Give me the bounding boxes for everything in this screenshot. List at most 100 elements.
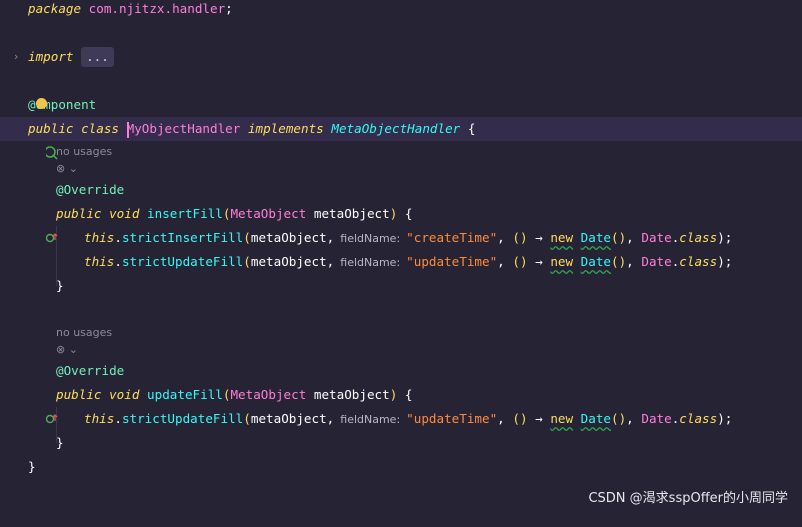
lambda-arrow: → xyxy=(535,230,543,245)
keyword-public: public xyxy=(56,206,102,221)
type-date: Date xyxy=(641,254,672,269)
comma: , xyxy=(626,411,634,426)
string-literal: "updateTime" xyxy=(406,254,498,269)
method-name-insertfill: insertFill xyxy=(147,206,223,221)
code-line-annotation-component[interactable]: @omponent xyxy=(0,93,802,117)
constructor-parens: () xyxy=(611,254,627,269)
param-name-hint: fieldName: xyxy=(340,256,401,269)
date-constructor: Date xyxy=(580,254,611,269)
code-line-insertfill-signature[interactable]: public void insertFill ( MetaObject metaOb… xyxy=(0,202,802,243)
statement-end: ); xyxy=(717,254,733,269)
code-line-class-declaration[interactable]: public class MyObjectHandler implements … xyxy=(0,117,802,160)
inlay-author[interactable]: ⊗ ⌄ xyxy=(0,340,802,360)
open-brace: { xyxy=(404,387,413,402)
constructor-parens: () xyxy=(611,230,627,245)
argument: metaObject, xyxy=(250,230,335,245)
argument: metaObject, xyxy=(250,411,335,426)
code-line-strict-insert-fill[interactable]: this.strictInsertFill(metaObject, fieldNa… xyxy=(0,226,802,250)
keyword-new: new xyxy=(550,411,574,426)
comma: , xyxy=(626,230,634,245)
paren-open: ( xyxy=(243,230,251,245)
dot: . xyxy=(114,254,122,269)
keyword-this: this xyxy=(84,411,115,426)
paren-open: ( xyxy=(243,254,251,269)
close-brace: } xyxy=(56,278,64,293)
open-brace: { xyxy=(467,121,476,136)
statement-end: ); xyxy=(717,230,733,245)
keyword-void: void xyxy=(109,206,140,221)
author-hint-icon[interactable]: ⊗ ⌄ xyxy=(56,159,78,179)
keyword-new: new xyxy=(550,230,574,245)
close-brace: } xyxy=(56,435,64,450)
override-gutter-icon[interactable] xyxy=(0,202,57,243)
keyword-public: public xyxy=(56,387,102,402)
override-gutter-icon[interactable] xyxy=(0,383,57,424)
argument: metaObject, xyxy=(250,254,335,269)
inlay-author[interactable]: ⊗ ⌄ xyxy=(0,159,802,179)
comma: , xyxy=(497,230,505,245)
close-brace: } xyxy=(28,459,36,474)
author-hint-icon[interactable]: ⊗ ⌄ xyxy=(56,340,78,360)
keyword-class: class xyxy=(679,411,718,426)
code-editor[interactable]: package com.njitzx.handler; › import ...… xyxy=(0,0,802,514)
lambda-params: () xyxy=(512,230,528,245)
method-call: strictUpdateFill xyxy=(121,411,244,426)
paren-close: ) xyxy=(389,387,398,402)
code-line-strict-update-fill[interactable]: this.strictUpdateFill(metaObject, fieldNa… xyxy=(0,250,802,274)
semicolon: ; xyxy=(225,1,233,16)
param-name: metaObject xyxy=(313,206,390,221)
lightbulb-icon[interactable] xyxy=(36,98,47,109)
paren-close: ) xyxy=(389,206,398,221)
code-line-updatefill-signature[interactable]: public void updateFill ( MetaObject metaOb… xyxy=(0,383,802,424)
date-constructor: Date xyxy=(580,230,611,245)
param-name: metaObject xyxy=(313,387,390,402)
paren-open: ( xyxy=(243,411,251,426)
param-type: MetaObject xyxy=(230,206,307,221)
dot: . xyxy=(114,411,122,426)
param-type: MetaObject xyxy=(230,387,307,402)
type-date: Date xyxy=(641,230,672,245)
code-line-override[interactable]: @Override xyxy=(0,359,802,383)
bean-gutter-icon[interactable] xyxy=(0,117,58,160)
fold-chevron-icon[interactable]: › xyxy=(14,45,18,69)
lambda-params: () xyxy=(512,254,528,269)
keyword-package: package xyxy=(28,1,82,16)
keyword-class: class xyxy=(679,230,718,245)
comma: , xyxy=(497,254,505,269)
method-call: strictInsertFill xyxy=(121,230,244,245)
dot: . xyxy=(114,230,122,245)
keyword-this: this xyxy=(84,254,115,269)
keyword-this: this xyxy=(84,230,115,245)
keyword-new: new xyxy=(550,254,574,269)
keyword-public: public xyxy=(28,121,74,136)
folded-imports[interactable]: ... xyxy=(81,47,114,67)
package-name: com.njitzx.handler xyxy=(88,1,226,16)
string-literal: "updateTime" xyxy=(406,411,498,426)
code-line-strict-update-fill[interactable]: this.strictUpdateFill(metaObject, fieldNa… xyxy=(0,407,802,431)
code-line-import[interactable]: › import ... xyxy=(0,45,802,69)
constructor-parens: () xyxy=(611,411,627,426)
interface-name: MetaObjectHandler xyxy=(331,121,461,136)
class-name: MyObjectHandler xyxy=(126,121,241,136)
annotation-override: @Override xyxy=(56,182,125,197)
code-line-override[interactable]: @Override xyxy=(0,178,802,202)
code-line-package[interactable]: package com.njitzx.handler; xyxy=(0,0,802,21)
keyword-import: import xyxy=(28,49,74,64)
date-constructor: Date xyxy=(580,411,611,426)
annotation-at: @ xyxy=(28,97,36,112)
param-name-hint: fieldName: xyxy=(340,232,401,245)
statement-end: ); xyxy=(717,411,733,426)
open-brace: { xyxy=(404,206,413,221)
annotation-override: @Override xyxy=(56,363,125,378)
lambda-arrow: → xyxy=(535,411,543,426)
csdn-watermark: CSDN @渴求sspOffer的小周同学 xyxy=(588,491,788,506)
lambda-params: () xyxy=(512,411,528,426)
keyword-implements: implements xyxy=(247,121,324,136)
code-line-close-brace[interactable]: } xyxy=(0,431,802,455)
code-line-close-brace[interactable]: } xyxy=(0,274,802,298)
code-line-class-close-brace[interactable]: } xyxy=(0,455,802,479)
keyword-void: void xyxy=(109,387,140,402)
method-name-updatefill: updateFill xyxy=(147,387,223,402)
keyword-class: class xyxy=(81,121,120,136)
lambda-arrow: → xyxy=(535,254,543,269)
